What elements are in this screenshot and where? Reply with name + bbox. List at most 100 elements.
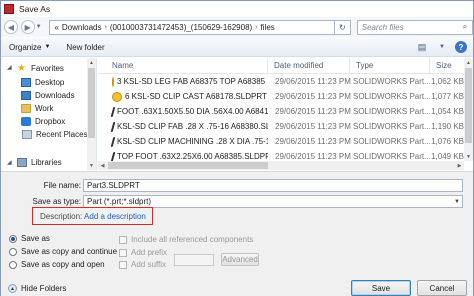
- nav-item-libraries[interactable]: Libraries: [17, 156, 62, 168]
- favorites-expander-icon[interactable]: ◢: [7, 64, 12, 71]
- save-button[interactable]: Save: [351, 280, 411, 296]
- magnifier-icon[interactable]: ⌕: [458, 22, 472, 32]
- file-date-cell: 29/06/2015 11:23 PM: [275, 92, 351, 101]
- assembly-icon: [112, 91, 122, 102]
- file-name-cell: TOP FOOT .63X2.25X6.00 A68385.SLDPRT: [98, 151, 268, 162]
- organize-button[interactable]: Organize ▼: [1, 43, 58, 52]
- search-input[interactable]: Search files ⌕: [356, 19, 473, 35]
- add-suffix-label: Add suffix: [131, 260, 166, 269]
- view-options-icon[interactable]: ▤: [415, 41, 429, 53]
- back-arrow-icon[interactable]: ◀: [4, 20, 18, 34]
- part-icon: [110, 136, 116, 147]
- file-row[interactable]: KSL-SD CLIP MACHINING .28 X DIA .75-1...…: [98, 134, 473, 149]
- libraries-icon: [17, 157, 27, 167]
- file-row[interactable]: 3 KSL-SD LEG FAB A68375 TOP A68385 F... 2…: [98, 74, 473, 89]
- nav-item-label: Libraries: [31, 157, 62, 167]
- column-header-date[interactable]: Date modified: [268, 58, 350, 73]
- file-row[interactable]: KSL-SD CLIP FAB .28 X .75-16 A68380.SL..…: [98, 119, 473, 134]
- save-type-value: Part (*.prt;*.sldprt): [87, 197, 152, 206]
- nav-item-dropbox[interactable]: Dropbox: [21, 115, 65, 127]
- add-description-link[interactable]: Add a description: [84, 212, 146, 221]
- file-name-label: File name:: [43, 181, 81, 190]
- file-date-cell: 29/06/2015 11:23 PM: [275, 137, 351, 146]
- file-list: Name Date modified Type Size 3 KSL-SD LE…: [98, 58, 473, 170]
- nav-item-label: Desktop: [35, 77, 65, 87]
- downloads-icon: [21, 90, 31, 100]
- chevron-down-icon[interactable]: ▼: [36, 20, 46, 34]
- scroll-down-icon[interactable]: ▼: [87, 161, 96, 170]
- file-type-cell: SOLIDWORKS Part...: [353, 137, 430, 146]
- address-field[interactable]: « Downloads › (0010003731472453)_(150629…: [49, 19, 335, 35]
- nav-item-desktop[interactable]: Desktop: [21, 76, 64, 88]
- breadcrumb-downloads[interactable]: Downloads: [62, 23, 102, 32]
- file-name-field[interactable]: Part3.SLDPRT: [83, 179, 463, 192]
- file-name-text: KSL-SD CLIP MACHINING .28 X DIA .75-1...: [117, 137, 268, 146]
- file-list-header: Name Date modified Type Size: [98, 58, 473, 74]
- column-header-type[interactable]: Type: [350, 58, 430, 73]
- column-header-name[interactable]: Name: [98, 58, 268, 73]
- refresh-icon[interactable]: ↻: [335, 19, 351, 35]
- folder-icon: [21, 103, 31, 113]
- scroll-down-icon[interactable]: ▼: [464, 152, 473, 161]
- column-header-size[interactable]: Size: [430, 58, 464, 73]
- scroll-up-icon[interactable]: ▲: [464, 58, 473, 67]
- scroll-left-icon[interactable]: ◀: [98, 161, 107, 170]
- file-list-hscrollbar[interactable]: ◀ ▶: [98, 161, 464, 170]
- file-name-cell: 3 KSL-SD LEG FAB A68375 TOP A68385 F...: [98, 76, 268, 87]
- file-name-value: Part3.SLDPRT: [87, 181, 140, 190]
- help-icon[interactable]: ?: [455, 41, 467, 53]
- hide-folders-toggle[interactable]: ▲ Hide Folders: [8, 284, 66, 293]
- file-name-text: KSL-SD CLIP FAB .28 X .75-16 A68380.SL..…: [117, 122, 268, 131]
- organize-label: Organize: [9, 42, 42, 52]
- add-prefix-checkbox[interactable]: Add prefix: [119, 248, 167, 257]
- advanced-button[interactable]: Advanced: [221, 253, 259, 266]
- file-name-text: 3 KSL-SD LEG FAB A68375 TOP A68385 F...: [117, 77, 268, 86]
- title-bar: Save As: [1, 1, 473, 17]
- nav-scrollbar[interactable]: ▲ ▼: [87, 58, 96, 170]
- scroll-right-icon[interactable]: ▶: [455, 161, 464, 170]
- recent-places-icon: [22, 129, 32, 139]
- view-chevron-icon[interactable]: ▼: [435, 41, 449, 53]
- file-rows: 3 KSL-SD LEG FAB A68375 TOP A68385 F... 2…: [98, 74, 473, 164]
- file-scroll-thumb[interactable]: [465, 68, 472, 143]
- prefix-suffix-input[interactable]: [174, 254, 214, 266]
- breadcrumb-separator-1[interactable]: ›: [105, 24, 107, 31]
- forward-arrow-icon[interactable]: ▶: [20, 20, 35, 34]
- breadcrumb-files[interactable]: files: [261, 23, 275, 32]
- file-name-text: FOOT .63X1.50X5.50 DIA .56X4.00 A6841...: [117, 107, 268, 116]
- add-prefix-label: Add prefix: [131, 248, 168, 257]
- radio-indicator: [9, 260, 17, 269]
- nav-item-recent-places[interactable]: Recent Places: [21, 128, 88, 140]
- file-list-scrollbar[interactable]: ▲ ▼: [464, 58, 473, 161]
- nav-scroll-thumb[interactable]: [88, 68, 95, 138]
- file-date-cell: 29/06/2015 11:23 PM: [275, 107, 351, 116]
- libraries-expander-icon[interactable]: ◢: [7, 159, 12, 166]
- breadcrumb-download-folder[interactable]: (0010003731472453)_(150629-162908): [110, 23, 252, 32]
- radio-save-copy-open[interactable]: Save as copy and open: [9, 260, 105, 269]
- file-size-cell: 1,062 KB: [431, 77, 464, 86]
- cancel-button[interactable]: Cancel: [417, 280, 467, 296]
- nav-item-work[interactable]: Work: [21, 102, 54, 114]
- file-name-cell: KSL-SD CLIP MACHINING .28 X DIA .75-1...: [98, 136, 268, 147]
- nav-item-downloads[interactable]: Downloads: [21, 89, 75, 101]
- file-type-cell: SOLIDWORKS Part...: [353, 92, 430, 101]
- add-suffix-checkbox[interactable]: Add suffix: [119, 260, 166, 269]
- nav-item-label: Favorites: [31, 63, 64, 73]
- window-title: Save As: [19, 4, 51, 14]
- save-options-panel: File name: Part3.SLDPRT Save as type: Pa…: [1, 171, 473, 296]
- breadcrumb-separator-2[interactable]: ›: [255, 24, 257, 31]
- part-icon: [110, 106, 116, 117]
- file-row[interactable]: FOOT .63X1.50X5.50 DIA .56X4.00 A6841...…: [98, 104, 473, 119]
- radio-save-copy-continue[interactable]: Save as copy and continue: [9, 247, 117, 256]
- hscroll-thumb[interactable]: [108, 162, 268, 169]
- save-type-label: Save as type:: [32, 197, 81, 206]
- toolbar-right-group: ▤ ▼ ?: [415, 41, 467, 53]
- radio-save-as[interactable]: Save as: [9, 234, 50, 243]
- new-folder-button[interactable]: New folder: [58, 43, 112, 52]
- nav-item-label: Work: [35, 103, 54, 113]
- nav-item-favorites[interactable]: ★ Favorites: [17, 62, 64, 74]
- include-references-checkbox[interactable]: Include all referenced components: [119, 235, 253, 244]
- description-label: Description:: [40, 212, 83, 221]
- scroll-up-icon[interactable]: ▲: [87, 58, 96, 67]
- file-row[interactable]: 6 KSL-SD CLIP CAST A68178.SLDPRT 29/06/20…: [98, 89, 473, 104]
